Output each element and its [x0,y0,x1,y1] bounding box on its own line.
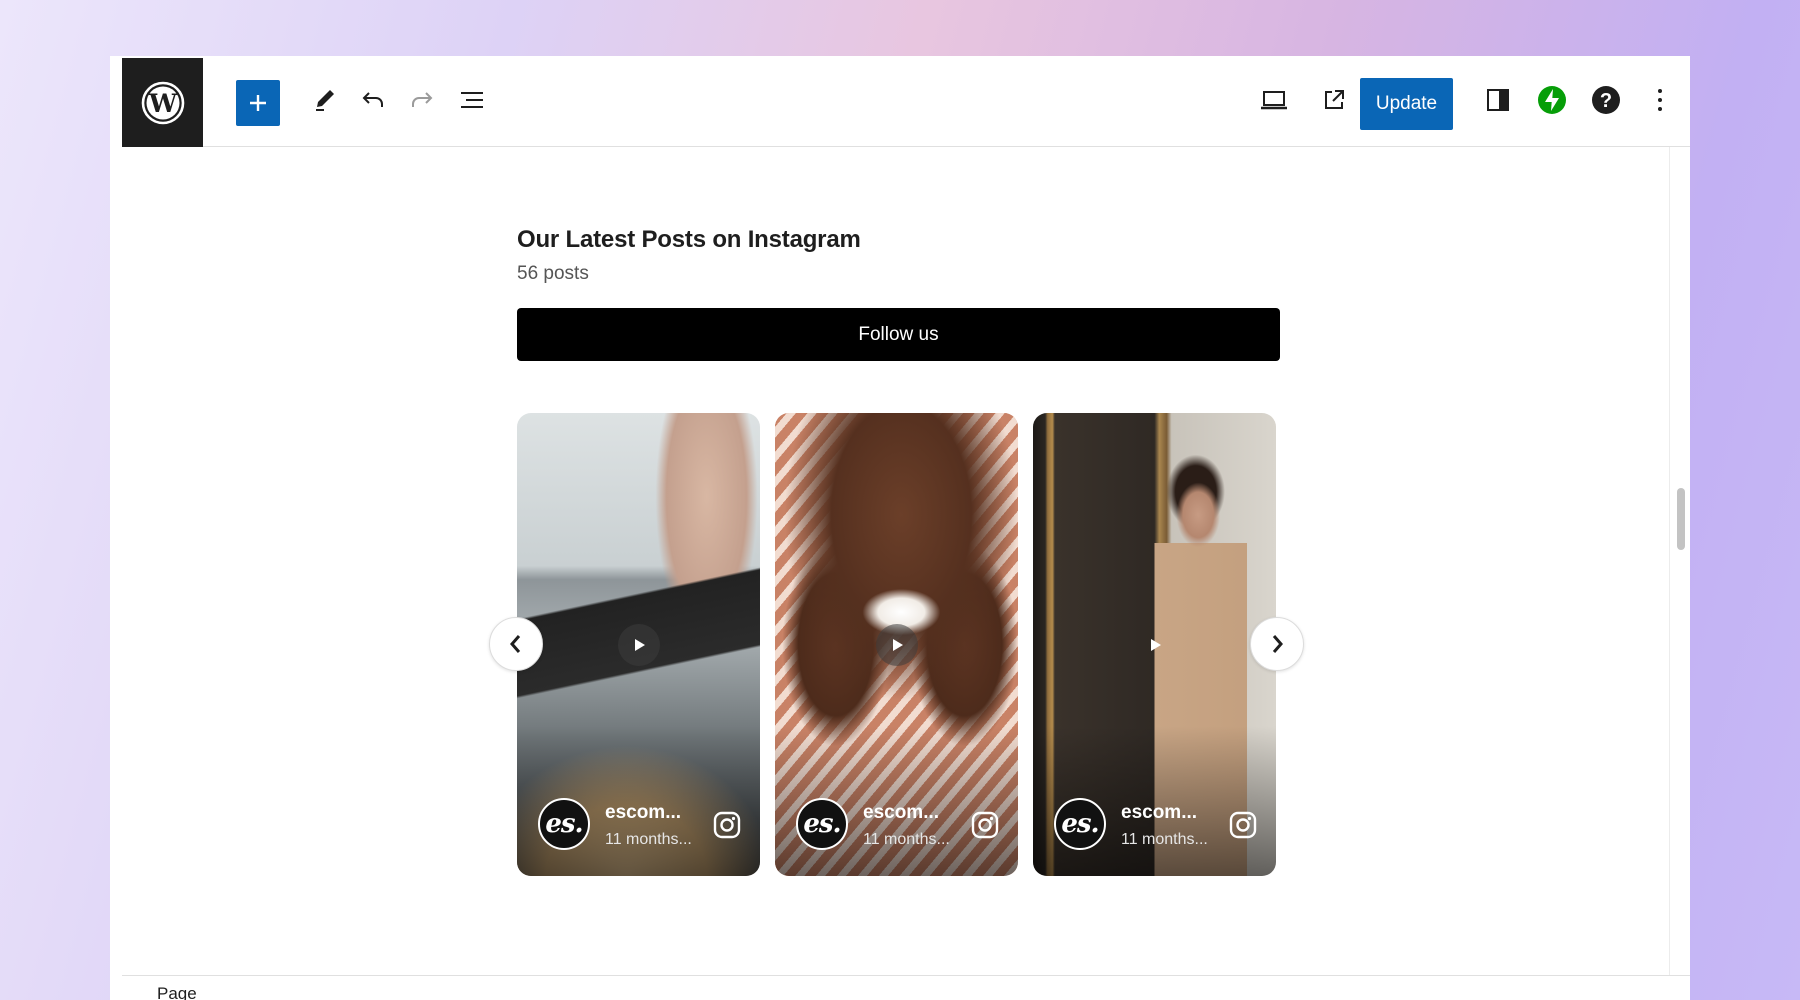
options-button[interactable] [1638,78,1682,122]
undo-icon [362,92,383,107]
editor-window: W Update ? Our Latest Posts on Instagram… [110,56,1690,1000]
scrollbar[interactable] [1669,147,1690,975]
chevron-right-icon [1272,635,1283,653]
carousel-next-button[interactable] [1250,617,1304,671]
update-button[interactable]: Update [1360,78,1453,130]
post-username[interactable]: escom... [605,802,681,824]
carousel-prev-button[interactable] [489,617,543,671]
editor-canvas: Our Latest Posts on Instagram 56 posts F… [122,147,1669,975]
scrollbar-thumb[interactable] [1677,488,1685,550]
post-count: 56 posts [517,263,589,284]
laptop-icon [1261,91,1287,110]
breadcrumb[interactable]: Page [157,984,197,1000]
svg-text:W: W [147,89,177,118]
external-link-icon [1325,90,1344,109]
jetpack-button[interactable] [1530,78,1574,122]
avatar[interactable]: es. [538,798,590,850]
wordpress-logo-button[interactable]: W [122,58,203,147]
add-block-button[interactable] [236,80,280,126]
chevron-left-icon [510,635,521,653]
post-time: 11 months... [1121,831,1208,848]
redo-icon [412,92,433,107]
more-vertical-icon [1658,89,1662,111]
post-time: 11 months... [863,831,950,848]
view-page-button[interactable] [1312,78,1356,122]
tools-button[interactable] [302,78,346,122]
play-icon[interactable] [1134,624,1176,666]
list-view-icon [461,92,483,108]
instagram-post-card[interactable]: es. escom... 11 months... [517,413,760,876]
preview-button[interactable] [1252,78,1296,122]
redo-button[interactable] [400,78,444,122]
instagram-icon[interactable] [1229,811,1257,839]
avatar[interactable]: es. [796,798,848,850]
editor-toolbar: W Update ? [122,58,1690,147]
plus-icon [250,95,266,111]
instagram-icon[interactable] [713,811,741,839]
svg-text:?: ? [1600,90,1612,112]
wordpress-logo-icon: W [141,81,184,124]
help-button[interactable]: ? [1584,78,1628,122]
avatar[interactable]: es. [1054,798,1106,850]
post-username[interactable]: escom... [1121,802,1197,824]
help-icon: ? [1592,86,1620,114]
undo-button[interactable] [351,78,395,122]
follow-us-button[interactable]: Follow us [517,308,1280,361]
instagram-icon[interactable] [971,811,999,839]
post-username[interactable]: escom... [863,802,939,824]
instagram-post-card[interactable]: es. escom... 11 months... [1033,413,1276,876]
play-icon[interactable] [876,624,918,666]
list-view-button[interactable] [450,78,494,122]
sidebar-toggle-icon [1487,89,1509,111]
footer-bar: Page [122,975,1690,1000]
instagram-post-card[interactable]: es. escom... 11 months... [775,413,1018,876]
play-icon[interactable] [618,624,660,666]
jetpack-bolt-icon [1538,86,1566,114]
feed-title: Our Latest Posts on Instagram [517,226,861,253]
settings-button[interactable] [1476,78,1520,122]
post-time: 11 months... [605,831,692,848]
pencil-icon [316,90,334,111]
